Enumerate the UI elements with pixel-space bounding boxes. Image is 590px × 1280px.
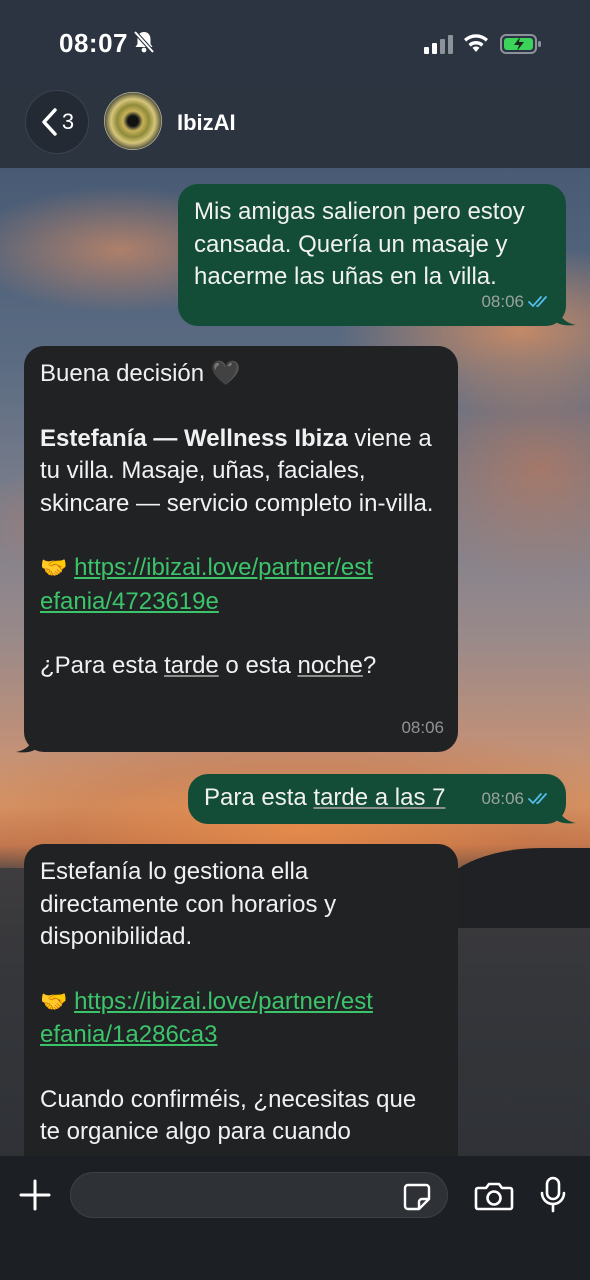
bubble-tail [556, 306, 576, 326]
unread-count: 3 [61, 109, 75, 134]
bubble-tail [556, 804, 576, 824]
composer-bar [0, 1156, 590, 1280]
read-ticks-icon [528, 792, 547, 805]
message-meta: 08:06 [481, 783, 552, 816]
partner-link-line: 🤝 https://ibizai.love/partner/estefania/… [40, 552, 385, 618]
message-time: 08:06 [481, 788, 524, 808]
message-time: 08:06 [481, 291, 524, 311]
handshake-icon: 🤝 [40, 556, 68, 581]
message-greeting: Buena decisión 🖤 [40, 360, 241, 387]
message-body: Estefanía — Wellness Ibiza viene a tu vi… [40, 424, 439, 517]
message-followup: Cuando confirméis, ¿necesitas que te org… [40, 1085, 423, 1146]
read-ticks-icon [528, 295, 547, 308]
back-button[interactable]: 3 [25, 90, 89, 154]
message-meta: 08:06 [401, 712, 444, 745]
sticker-icon[interactable] [402, 1182, 432, 1212]
contact-avatar[interactable] [104, 92, 162, 150]
battery-charging-icon [500, 34, 541, 54]
partner-link[interactable]: https://ibizai.love/partner/estefania/47… [40, 554, 373, 615]
microphone-icon[interactable] [540, 1176, 566, 1214]
message-outgoing[interactable]: Para esta tarde a las 7 08:06 [188, 774, 566, 824]
message-incoming[interactable]: Buena decisión 🖤 Estefanía — Wellness Ib… [24, 346, 458, 752]
status-time: 08:07 [59, 28, 128, 58]
contact-name[interactable]: IbizAI [177, 110, 236, 136]
chat-header: 3 IbizAI [0, 90, 590, 168]
message-body: Estefanía lo gestiona ella directamente … [40, 858, 343, 950]
plus-icon[interactable] [18, 1178, 52, 1212]
partner-name: Estefanía — Wellness Ibiza [40, 424, 348, 452]
message-text: Mis amigas salieron pero estoy cansada. … [194, 198, 532, 290]
message-input[interactable] [70, 1172, 448, 1218]
message-time: 08:06 [401, 717, 444, 737]
cell-signal-icon [424, 35, 453, 54]
message-incoming[interactable]: Estefanía lo gestiona ella directamente … [24, 844, 458, 1174]
handshake-icon: 🤝 [40, 989, 68, 1015]
suggestion-time[interactable]: tarde a las 7 [313, 784, 445, 811]
status-bar: 08:07 [0, 0, 590, 90]
message-question: ¿Para esta tarde o esta noche? [40, 652, 377, 679]
partner-link[interactable]: https://ibizai.love/partner/estefania/1a… [40, 988, 373, 1049]
chevron-left-icon [42, 108, 57, 136]
message-outgoing[interactable]: Mis amigas salieron pero estoy cansada. … [178, 184, 566, 326]
camera-icon[interactable] [474, 1180, 514, 1212]
suggestion-noche[interactable]: noche [297, 652, 362, 679]
suggestion-tarde[interactable]: tarde [164, 652, 219, 679]
partner-link-line: 🤝 https://ibizai.love/partner/estefania/… [40, 986, 385, 1052]
message-meta: 08:06 [481, 286, 552, 319]
wifi-icon [464, 34, 488, 52]
muted-bell-icon [133, 30, 155, 54]
bubble-tail [16, 733, 36, 753]
